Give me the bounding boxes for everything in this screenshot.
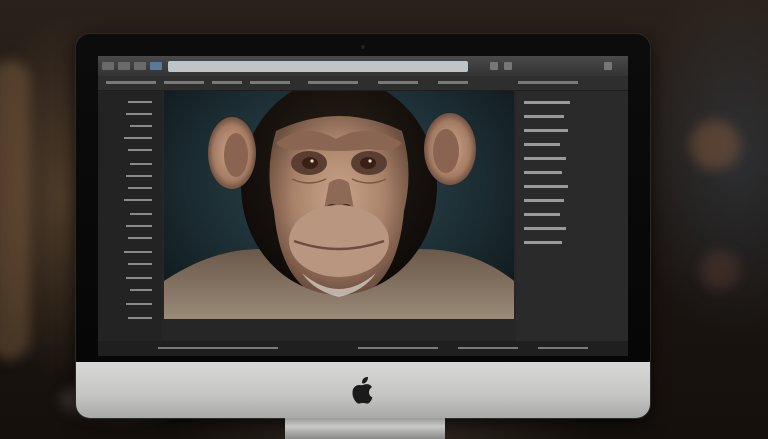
panel-item[interactable] — [130, 213, 152, 215]
panel-item[interactable] — [524, 171, 562, 174]
fullscreen-icon[interactable] — [604, 62, 612, 70]
menu-icon[interactable] — [504, 62, 512, 70]
panel-item[interactable] — [130, 289, 152, 291]
panel-item[interactable] — [524, 241, 562, 244]
status-bar — [98, 341, 628, 356]
panel-item[interactable] — [524, 227, 566, 230]
panel-item[interactable] — [524, 115, 564, 118]
bokeh-light — [700, 250, 740, 290]
address-bar[interactable] — [168, 61, 468, 72]
panel-item[interactable] — [128, 101, 152, 103]
panel-item[interactable] — [126, 175, 152, 177]
panel-item[interactable] — [524, 185, 568, 188]
panel-item[interactable] — [524, 199, 564, 202]
panel-item[interactable] — [128, 317, 152, 319]
panel-item[interactable] — [524, 157, 566, 160]
window-titlebar — [98, 56, 628, 76]
panel-item[interactable] — [126, 303, 152, 305]
panel-item[interactable] — [130, 125, 152, 127]
right-panel — [516, 91, 628, 341]
panel-item[interactable] — [126, 113, 152, 115]
toolbar-item[interactable] — [308, 81, 358, 84]
bokeh-light — [690, 120, 740, 170]
toolbar-item[interactable] — [518, 81, 578, 84]
status-item — [358, 347, 438, 349]
bokeh-light — [0, 60, 30, 360]
toolbar-item[interactable] — [212, 81, 242, 84]
status-item — [458, 347, 518, 349]
panel-item[interactable] — [128, 263, 152, 265]
status-item — [158, 347, 278, 349]
panel-item[interactable] — [124, 199, 152, 201]
monitor-chin — [76, 362, 650, 418]
image-canvas — [164, 91, 514, 319]
toolbar — [98, 76, 628, 91]
toolbar-item[interactable] — [378, 81, 418, 84]
left-panel — [98, 91, 162, 341]
panel-item[interactable] — [524, 101, 570, 104]
panel-item[interactable] — [524, 143, 560, 146]
toolbar-item[interactable] — [106, 81, 156, 84]
imac-monitor — [76, 34, 650, 418]
panel-item[interactable] — [128, 237, 152, 239]
view-icon[interactable] — [150, 62, 162, 70]
apple-logo-icon — [352, 376, 373, 404]
status-item — [538, 347, 588, 349]
panel-item[interactable] — [126, 277, 152, 279]
screen — [98, 56, 628, 356]
panel-item[interactable] — [130, 163, 152, 165]
camera-dot — [361, 45, 365, 49]
forward-icon[interactable] — [118, 62, 130, 70]
monitor-stand — [285, 418, 445, 439]
toolbar-item[interactable] — [438, 81, 468, 84]
panel-item[interactable] — [124, 251, 152, 253]
panel-item[interactable] — [126, 225, 152, 227]
back-icon[interactable] — [102, 62, 114, 70]
panel-item[interactable] — [128, 149, 152, 151]
panel-item[interactable] — [128, 187, 152, 189]
toolbar-item[interactable] — [164, 81, 204, 84]
photo-scene — [0, 0, 768, 439]
panel-item[interactable] — [124, 137, 152, 139]
panel-item[interactable] — [524, 213, 560, 216]
chimpanzee-image — [164, 91, 514, 319]
toolbar-item[interactable] — [250, 81, 290, 84]
share-icon[interactable] — [490, 62, 498, 70]
panel-item[interactable] — [524, 129, 568, 132]
reload-icon[interactable] — [134, 62, 146, 70]
